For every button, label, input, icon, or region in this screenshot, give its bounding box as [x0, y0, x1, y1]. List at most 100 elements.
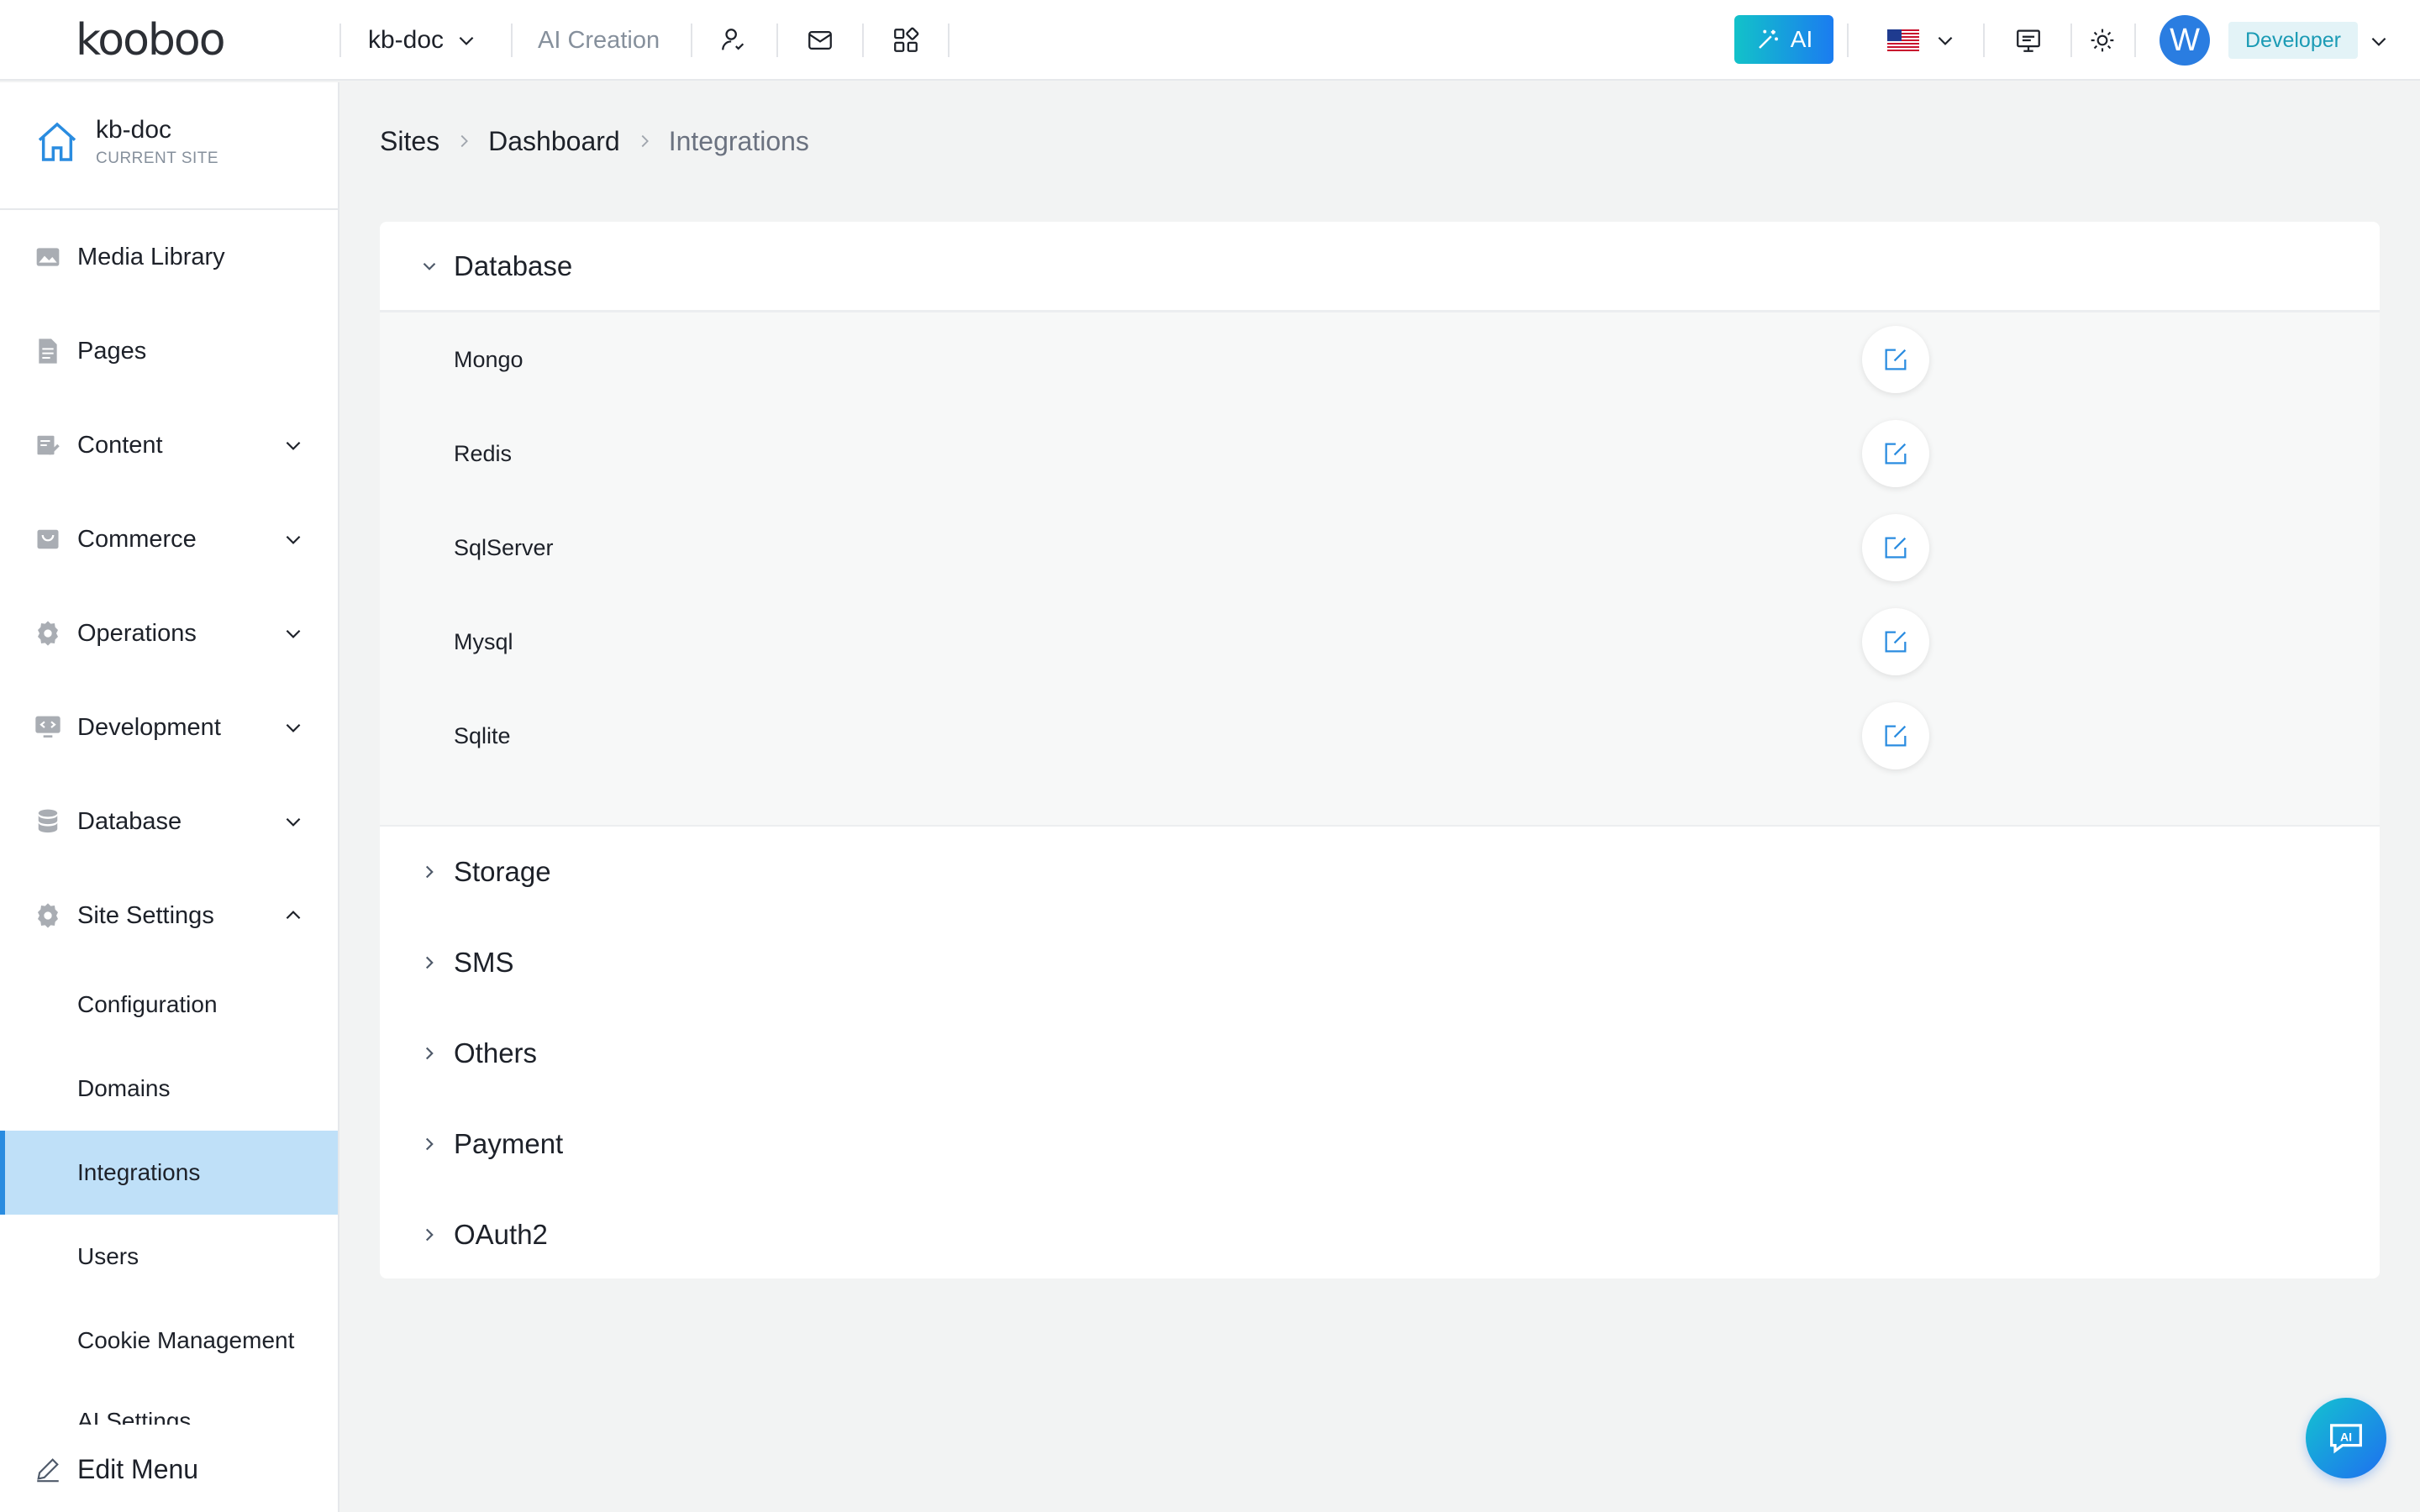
chevron-right-icon: [418, 1042, 440, 1064]
sidebar-subitem-cookie-management[interactable]: Cookie Management: [0, 1299, 338, 1383]
section-header-oauth2[interactable]: OAuth2: [380, 1193, 2380, 1277]
sidebar-item-pages[interactable]: Pages: [0, 309, 338, 393]
sidebar-subitem-label: Integrations: [77, 1159, 201, 1185]
sidebar-item-commerce[interactable]: Commerce: [0, 497, 338, 581]
breadcrumb: Sites Dashboard Integrations: [380, 124, 809, 158]
section-title: Storage: [454, 856, 551, 887]
section-header-sms[interactable]: SMS: [380, 921, 2380, 1005]
integration-name: Mysql: [454, 628, 513, 654]
chevron-down-icon: [282, 717, 304, 738]
gear-icon: [34, 619, 62, 648]
sun-icon[interactable]: [2084, 22, 2121, 59]
chevron-down-icon: [459, 36, 474, 45]
chevron-right-icon: [641, 134, 649, 148]
header-divider: [1847, 24, 1849, 57]
sidebar-subitem-users[interactable]: Users: [0, 1215, 338, 1299]
sidebar-subitem-ai-settings[interactable]: AI Settings: [77, 1408, 191, 1425]
sidebar-item-media-library[interactable]: Media Library: [0, 215, 338, 299]
sidebar-subitem-label: Domains: [77, 1075, 171, 1101]
breadcrumb-dashboard[interactable]: Dashboard: [488, 126, 620, 157]
ai-button-label: AI: [1790, 26, 1813, 52]
sidebar-subitem-domains[interactable]: Domains: [0, 1047, 338, 1131]
edit-icon: [1885, 631, 1907, 653]
section-title: Database: [454, 249, 573, 281]
svg-text:AI: AI: [2340, 1430, 2352, 1443]
integration-name: SqlServer: [454, 534, 554, 560]
chevron-right-icon: [418, 861, 440, 883]
sidebar-subitem-integrations[interactable]: Integrations: [0, 1131, 338, 1215]
code-monitor-icon: [34, 713, 62, 742]
section-header-payment[interactable]: Payment: [380, 1102, 2380, 1186]
current-site-label: CURRENT SITE: [96, 150, 219, 167]
list-item: Sqlite: [380, 689, 2380, 783]
chevron-right-icon: [418, 1224, 440, 1246]
sidebar-item-label: Media Library: [77, 243, 225, 270]
chevron-down-icon[interactable]: [2368, 30, 2390, 52]
language-selector[interactable]: [1887, 22, 1956, 59]
sidebar-subitem-label: Users: [77, 1243, 139, 1269]
sidebar-subitem-configuration[interactable]: Configuration: [0, 963, 338, 1047]
list-item: SqlServer: [380, 501, 2380, 595]
header-divider: [2134, 24, 2136, 57]
sidebar-item-label: Commerce: [77, 525, 197, 553]
integration-name: Redis: [454, 440, 513, 466]
edit-button[interactable]: [1862, 420, 1929, 487]
integrations-panel: Database Mongo Redis SqlServer Mysql Sql…: [380, 222, 2380, 1278]
edit-button[interactable]: [1862, 702, 1929, 769]
breadcrumb-sites[interactable]: Sites: [380, 126, 439, 157]
list-item: Redis: [380, 407, 2380, 501]
image-icon: [34, 243, 62, 271]
chevron-down-icon: [282, 622, 304, 644]
header-divider: [339, 24, 341, 57]
sidebar-item-content[interactable]: Content: [0, 403, 338, 487]
chevron-down-icon: [282, 434, 304, 456]
edit-icon: [1885, 725, 1907, 747]
edit-button[interactable]: [1862, 514, 1929, 581]
edit-icon: [1885, 537, 1907, 559]
sidebar-item-site-settings[interactable]: Site Settings: [0, 874, 338, 958]
sidebar-item-database[interactable]: Database: [0, 780, 338, 864]
integration-name: Mongo: [454, 346, 523, 372]
monitor-icon[interactable]: [2010, 22, 2047, 59]
section-title: SMS: [454, 947, 514, 978]
sidebar-item-operations[interactable]: Operations: [0, 591, 338, 675]
us-flag-icon: [1887, 29, 1919, 51]
chevron-right-icon: [418, 1133, 440, 1155]
user-link-icon[interactable]: [715, 22, 752, 59]
avatar[interactable]: W: [2160, 15, 2210, 66]
kooboo-logo[interactable]: kooboo: [76, 15, 226, 66]
database-items: Mongo Redis SqlServer Mysql Sqlite: [380, 312, 2380, 827]
edit-button[interactable]: [1862, 326, 1929, 393]
pencil-icon: [34, 1455, 62, 1483]
list-item: Mongo: [380, 312, 2380, 407]
site-switcher-label: kb-doc: [368, 26, 445, 54]
sidebar-item-label: Site Settings: [77, 901, 214, 929]
current-site[interactable]: kb-doc CURRENT SITE: [34, 116, 218, 168]
gear-icon: [34, 901, 62, 930]
chevron-down-icon: [282, 528, 304, 550]
chevron-down-icon: [282, 811, 304, 832]
apps-grid-icon[interactable]: [887, 22, 924, 59]
section-title: Others: [454, 1037, 538, 1068]
edit-menu-label: Edit Menu: [77, 1453, 199, 1484]
section-header-others[interactable]: Others: [380, 1011, 2380, 1095]
section-header-storage[interactable]: Storage: [380, 830, 2380, 914]
site-switcher[interactable]: kb-doc: [368, 24, 477, 57]
ai-chat-button[interactable]: AI: [2306, 1398, 2386, 1478]
content-edit-icon: [34, 431, 62, 459]
breadcrumb-integrations: Integrations: [668, 125, 809, 156]
sidebar-item-development[interactable]: Development: [0, 685, 338, 769]
sidebar-subitem-label: Cookie Management: [77, 1327, 295, 1353]
header-divider: [691, 24, 692, 57]
ai-button[interactable]: AI: [1734, 15, 1833, 64]
header-divider: [776, 24, 778, 57]
role-badge[interactable]: Developer: [2228, 22, 2358, 59]
ai-creation-link[interactable]: AI Creation: [538, 24, 660, 57]
current-site-name: kb-doc: [96, 116, 172, 144]
edit-menu-button[interactable]: Edit Menu: [0, 1426, 338, 1512]
mail-icon[interactable]: [802, 22, 839, 59]
section-header-database[interactable]: Database: [380, 222, 2380, 312]
edit-icon: [1885, 349, 1907, 370]
logo-text: kooboo: [76, 15, 226, 66]
edit-button[interactable]: [1862, 608, 1929, 675]
